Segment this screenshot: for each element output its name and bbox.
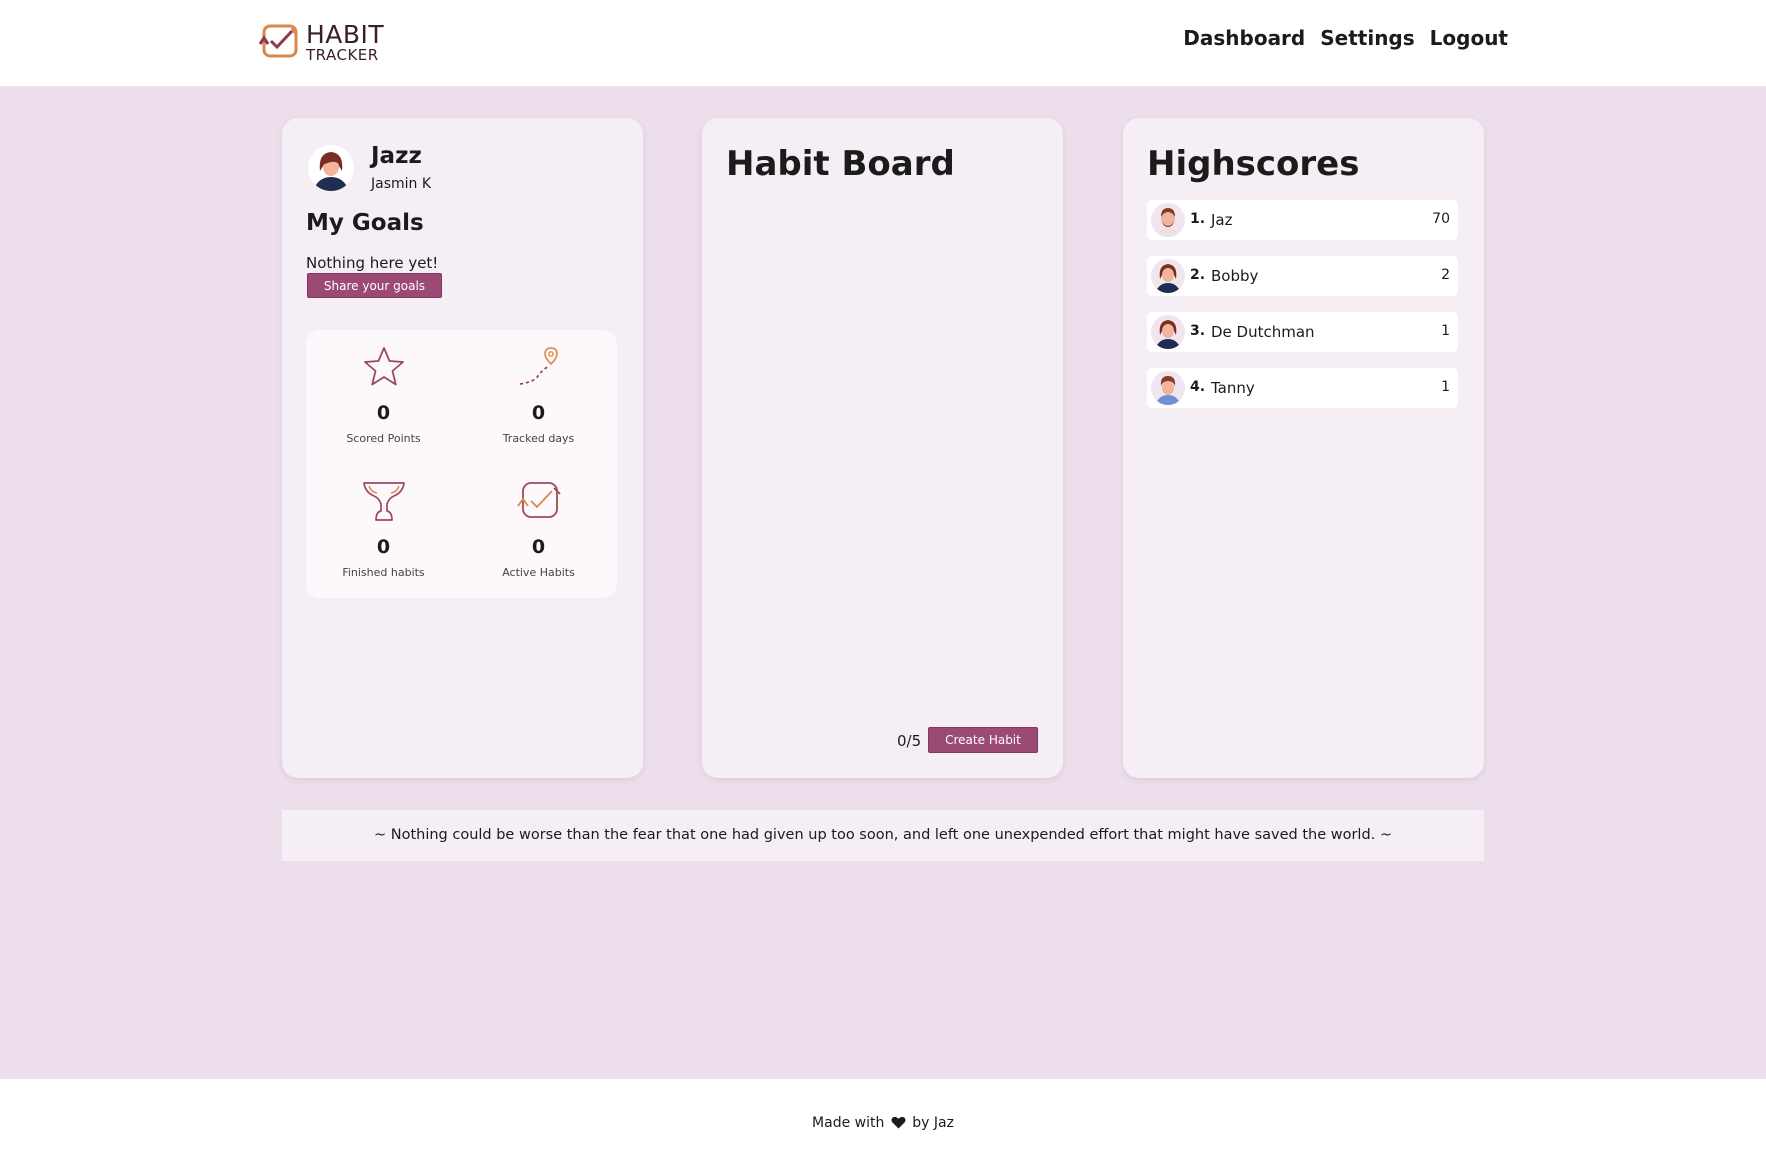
logo-line1: HABIT <box>306 19 385 49</box>
route-pin-icon <box>519 347 558 385</box>
quote-banner: ~ Nothing could be worse than the fear t… <box>282 810 1484 861</box>
highscore-points: 70 <box>1432 211 1450 227</box>
habit-count: 0/5 <box>897 732 922 750</box>
logo-line2: TRACKER <box>306 45 379 64</box>
highscore-name: Tanny <box>1211 379 1255 397</box>
highscore-points: 1 <box>1441 379 1450 395</box>
user-display-name: Jazz <box>371 143 422 169</box>
stat-label: Scored Points <box>346 432 421 445</box>
habit-logo-icon <box>258 24 298 58</box>
highscore-name: Bobby <box>1211 267 1259 285</box>
user-full-name: Jasmin K <box>371 176 432 192</box>
footer-text-before: Made with <box>812 1115 885 1131</box>
nav-logout[interactable]: Logout <box>1430 26 1508 50</box>
top-bar: HABIT TRACKER Dashboard Settings Logout <box>0 0 1766 86</box>
stat-scored-points: 0 Scored Points <box>306 344 461 445</box>
heart-icon <box>891 1116 906 1129</box>
highscore-row[interactable]: 3. De Dutchman 1 <box>1147 312 1458 352</box>
stat-value: 0 <box>376 536 391 558</box>
highscore-rank: 3. <box>1190 323 1206 339</box>
main-nav: Dashboard Settings Logout <box>1183 26 1508 50</box>
stat-value: 0 <box>531 536 546 558</box>
avatar <box>1151 259 1185 293</box>
highscore-name: De Dutchman <box>1211 323 1315 341</box>
highscore-row[interactable]: 1. Jaz 70 <box>1147 200 1458 240</box>
highscore-points: 1 <box>1441 323 1450 339</box>
stat-value: 0 <box>376 402 391 424</box>
goals-empty-text: Nothing here yet! <box>306 254 439 272</box>
avatar <box>1151 315 1185 349</box>
footer-text-after: by Jaz <box>912 1115 954 1131</box>
stat-active-habits: 0 Active Habits <box>461 478 616 579</box>
profile-card: Jazz Jasmin K My Goals Nothing here yet!… <box>282 118 643 778</box>
stat-tracked-days: 0 Tracked days <box>461 344 616 445</box>
stat-label: Finished habits <box>342 566 425 579</box>
share-goals-button[interactable]: Share your goals <box>307 273 442 298</box>
habit-board-card: Habit Board 0/5 Create Habit <box>702 118 1063 778</box>
highscores-title: Highscores <box>1147 144 1360 184</box>
habit-board-title: Habit Board <box>726 144 955 184</box>
star-icon <box>363 347 404 386</box>
goals-title: My Goals <box>306 210 424 236</box>
avatar <box>1151 371 1185 405</box>
avatar <box>308 145 354 191</box>
footer: Made with by Jaz <box>0 1079 1766 1163</box>
highscores-card: Highscores 1. Jaz 70 2. Bobby 2 3. De Du… <box>1123 118 1484 778</box>
stat-label: Active Habits <box>502 566 575 579</box>
stat-value: 0 <box>531 402 546 424</box>
highscore-rank: 2. <box>1190 267 1206 283</box>
stat-finished-habits: 0 Finished habits <box>306 478 461 579</box>
highscore-rank: 1. <box>1190 211 1206 227</box>
nav-dashboard[interactable]: Dashboard <box>1183 26 1305 50</box>
habit-check-icon <box>516 482 561 518</box>
highscore-rank: 4. <box>1190 379 1206 395</box>
nav-settings[interactable]: Settings <box>1320 26 1414 50</box>
highscore-points: 2 <box>1441 267 1450 283</box>
highscore-name: Jaz <box>1211 211 1233 229</box>
avatar <box>1151 203 1185 237</box>
logo[interactable]: HABIT TRACKER <box>256 20 384 64</box>
stat-label: Tracked days <box>502 432 575 445</box>
highscore-row[interactable]: 4. Tanny 1 <box>1147 368 1458 408</box>
trophy-icon <box>362 482 405 521</box>
stats-panel: 0 Scored Points 0 Tracked days 0 Finishe… <box>306 330 617 598</box>
create-habit-button[interactable]: Create Habit <box>928 727 1038 753</box>
highscore-row[interactable]: 2. Bobby 2 <box>1147 256 1458 296</box>
